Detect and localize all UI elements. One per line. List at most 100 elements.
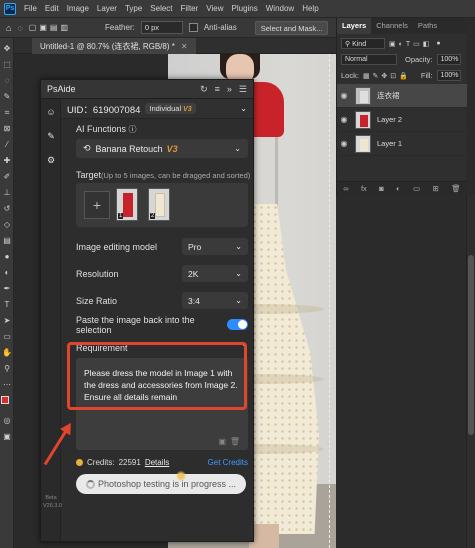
fx-icon[interactable]: fx <box>361 184 367 193</box>
tab-channels[interactable]: Channels <box>371 18 413 34</box>
blend-mode-dropdown[interactable]: Normal <box>341 54 397 65</box>
lasso-tool-icon[interactable]: ◌ <box>17 23 22 33</box>
menu-plugins[interactable]: Plugins <box>232 4 258 13</box>
pen-tool-icon[interactable]: ✒ <box>2 284 12 294</box>
details-link[interactable]: Details <box>145 458 169 467</box>
path-select-icon[interactable]: ➤ <box>2 316 12 326</box>
canvas-scrollbar[interactable] <box>466 195 475 548</box>
foreground-color-swatch[interactable] <box>1 396 9 404</box>
opacity-input[interactable]: 100% <box>436 54 461 65</box>
size-ratio-select[interactable]: 3:4 ⌄ <box>182 292 248 309</box>
lasso-tool-icon[interactable]: ◌ <box>2 76 12 86</box>
scrollbar-thumb[interactable] <box>468 255 474 435</box>
menu-file[interactable]: File <box>24 4 37 13</box>
trash-icon[interactable]: 🗑 <box>230 437 240 446</box>
image-insert-icon[interactable]: ▣ <box>218 437 226 446</box>
target-image-2[interactable]: 2 <box>148 188 170 221</box>
layer-thumbnail <box>355 86 371 105</box>
photoshop-logo-icon[interactable]: Ps <box>4 2 16 15</box>
visibility-eye-icon[interactable]: ◉ <box>337 91 351 100</box>
layer-row-2[interactable]: ◉ Layer 2 <box>337 108 467 132</box>
blur-tool-icon[interactable]: ● <box>2 252 12 262</box>
type-tool-icon[interactable]: T <box>2 300 12 310</box>
stamp-tool-icon[interactable]: ⊥ <box>2 188 12 198</box>
eyedropper-tool-icon[interactable]: ⁄ <box>2 140 12 150</box>
visibility-eye-icon[interactable]: ◉ <box>337 115 351 124</box>
marquee-tool-icon[interactable]: ⬚ <box>2 60 12 70</box>
feather-input[interactable]: 0 px <box>140 21 183 34</box>
tab-layers[interactable]: Layers <box>337 18 372 34</box>
menu-view[interactable]: View <box>206 4 223 13</box>
menu-select[interactable]: Select <box>150 4 172 13</box>
crop-tool-icon[interactable]: ⌗ <box>2 108 12 118</box>
target-image-1[interactable]: 1 <box>116 188 138 221</box>
close-tab-icon[interactable]: ✕ <box>181 42 188 51</box>
generate-progress-button[interactable]: Photoshop testing is in progress ... <box>76 474 246 494</box>
screen-mode-icon[interactable]: ▣ <box>2 432 12 442</box>
gear-icon[interactable]: ⚙ <box>46 155 56 165</box>
home-icon[interactable]: ⌂ <box>6 23 11 33</box>
menu-layer[interactable]: Layer <box>97 4 117 13</box>
quick-mask-icon[interactable]: ◎ <box>2 416 12 426</box>
mouse-cursor-highlight <box>176 470 186 482</box>
layer-row-1[interactable]: ◉ Layer 1 <box>337 132 467 156</box>
coin-icon <box>76 458 83 466</box>
tab-paths[interactable]: Paths <box>413 18 442 34</box>
layer-filter-dropdown[interactable]: ⚲ Kind <box>341 38 385 49</box>
model-select[interactable]: Pro ⌄ <box>182 238 248 255</box>
filter-type-icons[interactable]: ▣◐T▭◧ <box>389 40 432 48</box>
info-icon[interactable]: ⓘ <box>129 125 137 134</box>
more-tools-icon[interactable]: ⋯ <box>2 380 12 390</box>
visibility-eye-icon[interactable]: ◉ <box>337 139 351 148</box>
group-icon[interactable]: ▭ <box>413 184 420 193</box>
resolution-select[interactable]: 2K ⌄ <box>182 265 248 282</box>
healing-tool-icon[interactable]: ✚ <box>2 156 12 166</box>
chevron-down-icon[interactable]: ⌄ <box>240 104 247 113</box>
settings-sliders-icon[interactable]: ≡ <box>215 84 220 95</box>
menu-icon[interactable]: ☰ <box>239 84 247 95</box>
lock-icons[interactable]: ▦✎✥⊡🔒 <box>363 72 411 80</box>
link-icon[interactable]: ∞ <box>343 184 348 193</box>
trash-icon[interactable]: 🗑 <box>451 184 461 193</box>
document-tab[interactable]: Untitled-1 @ 80.7% (连衣裙, RGB/8) * ✕ <box>32 38 196 54</box>
ai-function-select[interactable]: ⟲ Banana Retouch V3 ⌄ <box>76 139 248 158</box>
frame-tool-icon[interactable]: ⊠ <box>2 124 12 134</box>
psaide-header: PsAide ↻ ≡ » ☰ <box>41 80 253 99</box>
shape-tool-icon[interactable]: ▭ <box>2 332 12 342</box>
eraser-tool-icon[interactable]: ◇ <box>2 220 12 230</box>
mask-icon[interactable]: ◙ <box>379 184 384 193</box>
collapse-icon[interactable]: » <box>227 84 232 95</box>
menu-image[interactable]: Image <box>67 4 89 13</box>
layer-filter-row: ⚲ Kind ▣◐T▭◧ ● <box>337 38 467 49</box>
menu-help[interactable]: Help <box>302 4 318 13</box>
menu-window[interactable]: Window <box>266 4 294 13</box>
resolution-row: Resolution 2K ⌄ <box>76 264 248 283</box>
selection-mode-icons[interactable]: ▢▣▤▥ <box>29 23 71 32</box>
move-tool-icon[interactable]: ✥ <box>2 44 12 54</box>
dodge-tool-icon[interactable]: ◐ <box>2 268 12 278</box>
get-credits-link[interactable]: Get Credits <box>208 458 248 467</box>
uid-row[interactable]: UID：619007084 Individual V3 ⌄ <box>61 99 253 119</box>
menu-type[interactable]: Type <box>125 4 142 13</box>
paste-back-toggle[interactable] <box>226 319 248 330</box>
brush-edit-icon[interactable]: ✎ <box>46 131 56 141</box>
refresh-icon[interactable]: ↻ <box>200 84 208 95</box>
menu-filter[interactable]: Filter <box>181 4 199 13</box>
select-and-mask-button[interactable]: Select and Mask... <box>254 20 329 35</box>
brush-tool-icon[interactable]: ✐ <box>2 172 12 182</box>
layer-row-dress[interactable]: ◉ 连衣裙 <box>337 84 467 108</box>
filter-toggle-icon[interactable]: ● <box>436 40 440 47</box>
adjustment-icon[interactable]: ◐ <box>396 184 401 193</box>
add-image-button[interactable]: + <box>84 191 110 219</box>
menu-edit[interactable]: Edit <box>45 4 59 13</box>
hand-tool-icon[interactable]: ✋ <box>2 348 12 358</box>
chevron-down-icon: ⌄ <box>235 269 242 278</box>
fill-input[interactable]: 100% <box>436 70 461 81</box>
new-layer-icon[interactable]: ⊞ <box>433 184 439 193</box>
gradient-tool-icon[interactable]: ▤ <box>2 236 12 246</box>
history-brush-icon[interactable]: ↺ <box>2 204 12 214</box>
zoom-tool-icon[interactable]: ⚲ <box>2 364 12 374</box>
antialias-checkbox[interactable] <box>188 23 198 32</box>
quick-select-tool-icon[interactable]: ✎ <box>2 92 12 102</box>
user-icon[interactable]: ☺ <box>46 107 56 117</box>
